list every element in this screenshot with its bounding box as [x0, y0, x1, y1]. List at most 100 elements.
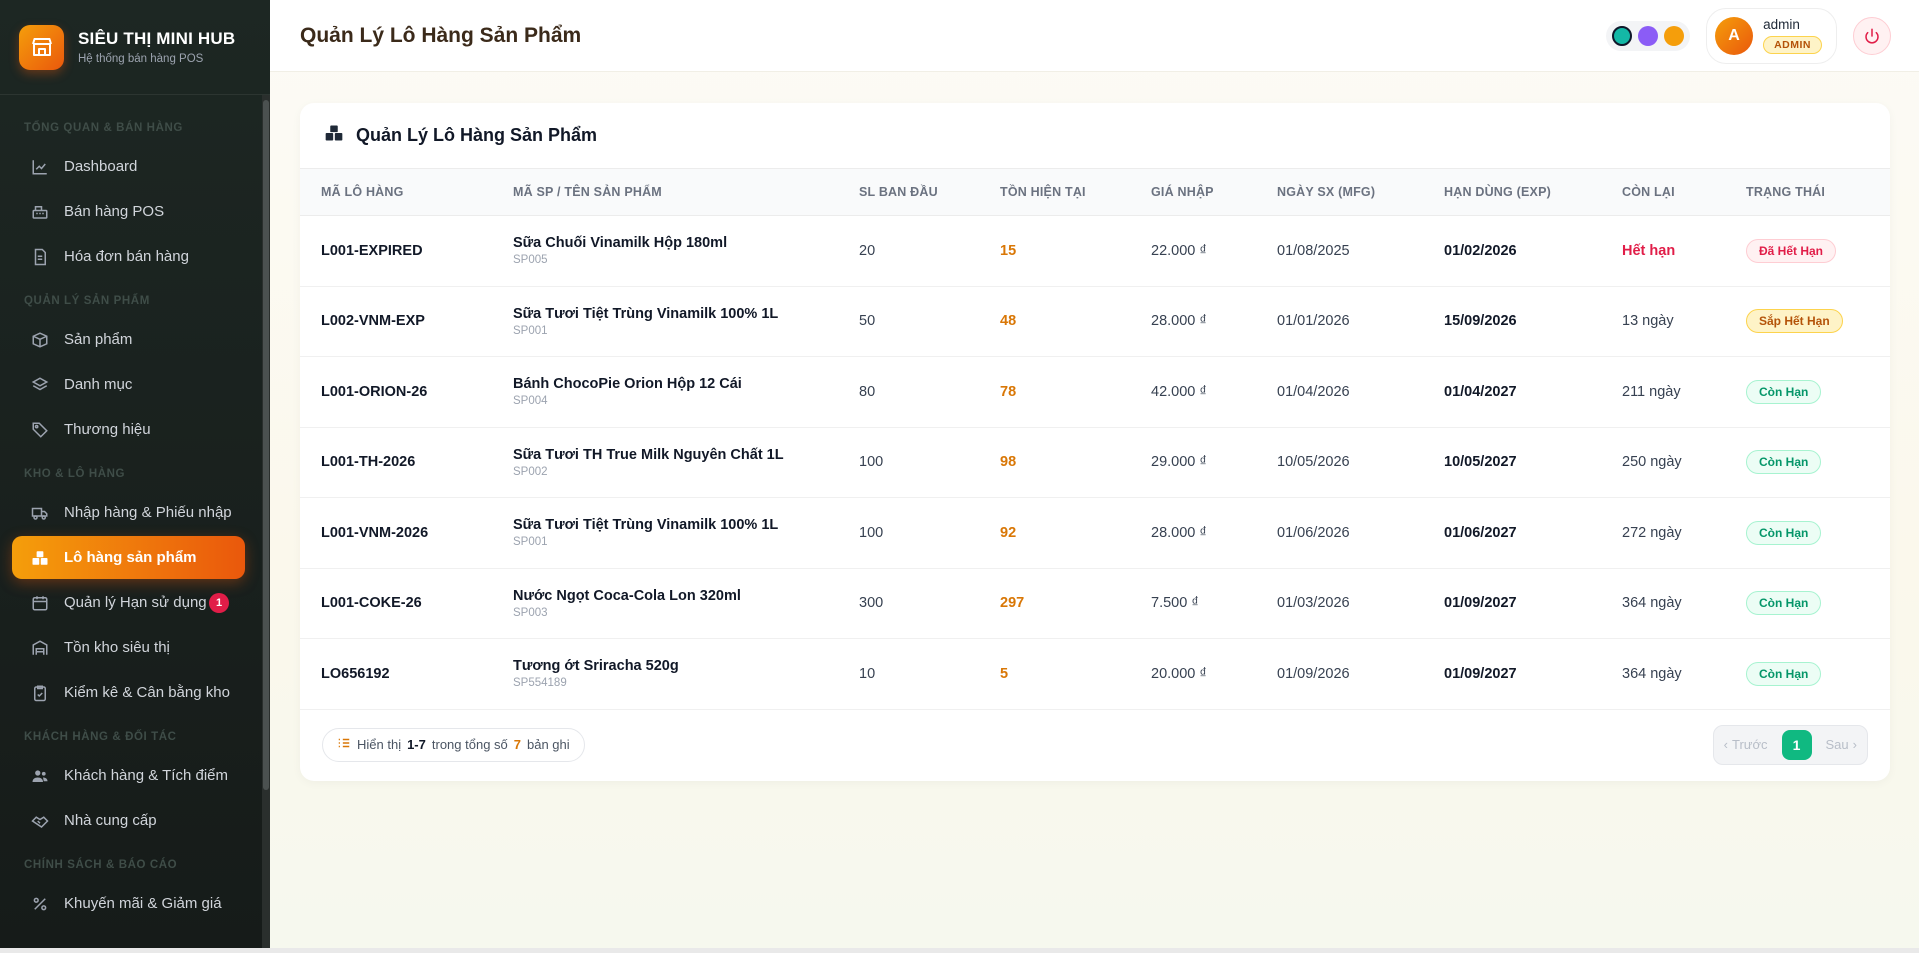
sidebar-item-label: Khách hàng & Tích điểm: [64, 767, 228, 784]
main-content: Quản Lý Lô Hàng Sản Phẩm A admin ADMIN Q…: [270, 0, 1919, 948]
page-1-button[interactable]: 1: [1781, 729, 1812, 760]
remaining-days: 364 ngày: [1622, 595, 1682, 612]
boxes-icon: [324, 123, 344, 148]
page-title: Quản Lý Lô Hàng Sản Phẩm: [300, 23, 582, 47]
section-title: QUẢN LÝ SẢN PHẨM: [24, 295, 150, 307]
sidebar-item-promotions[interactable]: Khuyến mãi & Giảm giá: [12, 882, 245, 925]
invoice-icon: [30, 247, 50, 267]
sidebar-item-expiry[interactable]: Quản lý Hạn sử dụng 1: [12, 581, 245, 624]
app-root: SIÊU THỊ MINI HUB Hệ thống bán hàng POS …: [0, 0, 1919, 948]
handshake-icon: [30, 811, 50, 831]
theme-violet-button[interactable]: [1638, 25, 1659, 46]
col-header[interactable]: MÃ LÔ HÀNG: [300, 185, 492, 199]
brand[interactable]: SIÊU THỊ MINI HUB Hệ thống bán hàng POS: [0, 0, 270, 95]
import-price: 20.000 ₫: [1151, 665, 1207, 682]
mfg-date: 01/06/2026: [1277, 524, 1350, 541]
cash-register-icon: [30, 202, 50, 222]
current-stock: 15: [1000, 242, 1017, 259]
status-badge: Đã Hết Hạn: [1746, 238, 1837, 263]
expiry-count-badge: 1: [209, 593, 229, 613]
product-code: SP002: [513, 465, 548, 478]
percent-icon: [30, 894, 50, 914]
clipboard-check-icon: [30, 683, 50, 703]
warehouse-icon: [30, 638, 50, 658]
chart-line-icon: [30, 157, 50, 177]
sidebar-item-invoices[interactable]: Hóa đơn bán hàng: [12, 235, 245, 278]
table-row[interactable]: L001-TH-2026 Sữa Tươi TH True Milk Nguyê…: [300, 428, 1890, 498]
role-badge: ADMIN: [1763, 36, 1822, 54]
truck-icon: [30, 503, 50, 523]
sidebar-item-stocktake[interactable]: Kiểm kê & Cân bằng kho: [12, 671, 245, 714]
initial-qty: 20: [859, 242, 876, 259]
prev-page-button[interactable]: ‹ Trước: [1724, 737, 1768, 752]
exp-date: 01/06/2027: [1444, 524, 1517, 541]
users-icon: [30, 766, 50, 786]
sidebar-item-label: Bán hàng POS: [64, 203, 165, 220]
sidebar-item-brands[interactable]: Thương hiệu: [12, 408, 245, 451]
initial-qty: 100: [859, 524, 884, 541]
remaining-days: 250 ngày: [1622, 454, 1682, 471]
initial-qty: 80: [859, 383, 876, 400]
logout-button[interactable]: [1853, 16, 1891, 55]
sidebar-item-label: Nhà cung cấp: [64, 812, 157, 829]
table-row[interactable]: L001-ORION-26 Bánh ChocoPie Orion Hộp 12…: [300, 357, 1890, 428]
tags-icon: [30, 420, 50, 440]
sidebar-item-label: Lô hàng sản phẩm: [64, 549, 197, 566]
table-row[interactable]: LO656192 Tương ớt Sriracha 520g SP554189 …: [300, 639, 1890, 710]
box-icon: [30, 330, 50, 350]
product-code: SP003: [513, 606, 548, 619]
sidebar-item-dashboard[interactable]: Dashboard: [12, 145, 245, 188]
prev-label: Trước: [1732, 737, 1768, 752]
section-title: KHÁCH HÀNG & ĐỐI TÁC: [24, 731, 177, 743]
col-header[interactable]: HẠN DÙNG (EXP): [1423, 185, 1601, 199]
sidebar-item-pos[interactable]: Bán hàng POS: [12, 190, 245, 233]
lot-code: L001-ORION-26: [321, 383, 428, 400]
col-header[interactable]: TRẠNG THÁI: [1725, 185, 1890, 199]
user-menu[interactable]: A admin ADMIN: [1706, 7, 1837, 64]
exp-date: 01/09/2027: [1444, 595, 1517, 612]
table-footer: Hiển thị 1-7 trong tổng số 7 bản ghi ‹ T…: [300, 708, 1890, 781]
remaining-days: 272 ngày: [1622, 524, 1682, 541]
remaining-days: Hết hạn: [1622, 242, 1676, 259]
sidebar-item-batches[interactable]: Lô hàng sản phẩm: [12, 536, 245, 579]
sidebar-item-inventory[interactable]: Tồn kho siêu thị: [12, 626, 245, 669]
brand-title: SIÊU THỊ MINI HUB: [78, 29, 236, 48]
total-count: 7: [513, 737, 521, 752]
mfg-date: 10/05/2026: [1277, 454, 1350, 471]
product-name: Sữa Tươi Tiệt Trùng Vinamilk 100% 1L: [513, 305, 779, 322]
theme-orange-button[interactable]: [1664, 25, 1685, 46]
next-page-button[interactable]: Sau ›: [1826, 737, 1857, 752]
import-price: 42.000 ₫: [1151, 383, 1207, 400]
sidebar-nav: TỔNG QUAN & BÁN HÀNG Dashboard Bán hàng …: [0, 95, 262, 948]
sidebar-scrollbar-thumb[interactable]: [263, 100, 269, 790]
current-stock: 5: [1000, 665, 1009, 682]
col-header[interactable]: TỒN HIỆN TẠI: [979, 185, 1130, 199]
col-header[interactable]: GIÁ NHẬP: [1130, 185, 1256, 199]
initial-qty: 100: [859, 454, 884, 471]
theme-teal-button[interactable]: [1612, 25, 1633, 46]
table-row[interactable]: L001-EXPIRED Sữa Chuối Vinamilk Hộp 180m…: [300, 216, 1890, 287]
import-price: 29.000 ₫: [1151, 454, 1207, 471]
col-header[interactable]: SL BAN ĐẦU: [838, 185, 979, 199]
product-name: Nước Ngọt Coca-Cola Lon 320ml: [513, 587, 741, 604]
col-header[interactable]: CÒN LẠI: [1601, 185, 1725, 199]
exp-date: 01/09/2027: [1444, 665, 1517, 682]
table-row[interactable]: L002-VNM-EXP Sữa Tươi Tiệt Trùng Vinamil…: [300, 287, 1890, 357]
col-header[interactable]: NGÀY SX (MFG): [1256, 185, 1423, 199]
sidebar-item-label: Thương hiệu: [64, 421, 151, 438]
table-row[interactable]: L001-VNM-2026 Sữa Tươi Tiệt Trùng Vinami…: [300, 498, 1890, 569]
table-row[interactable]: L001-COKE-26 Nước Ngọt Coca-Cola Lon 320…: [300, 569, 1890, 639]
status-badge: Còn Hạn: [1746, 661, 1822, 686]
sidebar-item-products[interactable]: Sản phẩm: [12, 318, 245, 361]
sidebar-item-customers[interactable]: Khách hàng & Tích điểm: [12, 754, 245, 797]
sidebar-item-categories[interactable]: Danh mục: [12, 363, 245, 406]
sidebar-item-suppliers[interactable]: Nhà cung cấp: [12, 799, 245, 842]
sidebar-item-imports[interactable]: Nhập hàng & Phiếu nhập: [12, 491, 245, 534]
section-title: TỔNG QUAN & BÁN HÀNG: [24, 122, 183, 134]
product-code: SP005: [513, 254, 548, 267]
remaining-days: 13 ngày: [1622, 313, 1674, 330]
col-header[interactable]: MÃ SP / TÊN SẢN PHẨM: [492, 185, 838, 199]
section-title: KHO & LÔ HÀNG: [24, 468, 126, 480]
remaining-days: 364 ngày: [1622, 665, 1682, 682]
exp-date: 10/05/2027: [1444, 454, 1517, 471]
